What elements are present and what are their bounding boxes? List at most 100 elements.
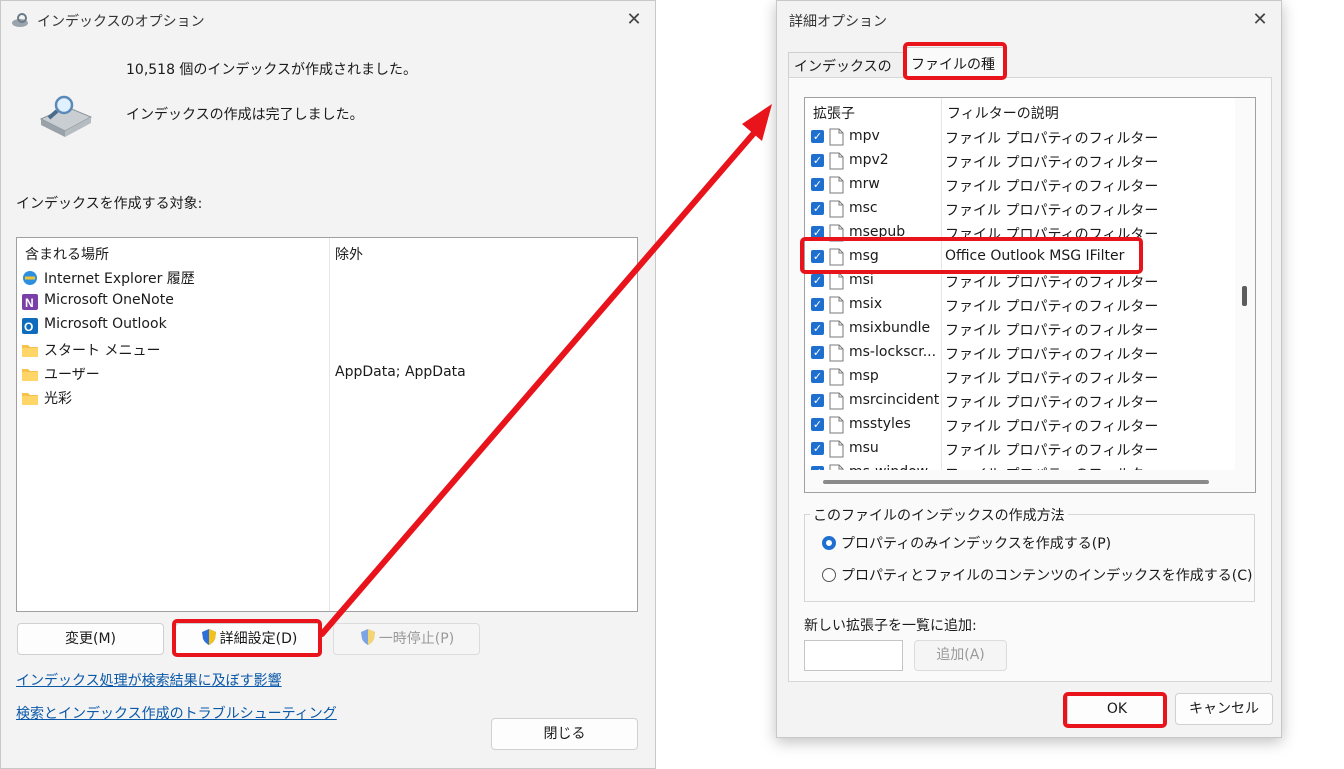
- pause-button[interactable]: 一時停止(P): [333, 623, 480, 655]
- file-icon: [829, 344, 844, 362]
- file-type-row[interactable]: ✓ msstyles ファイル プロパティのフィルター: [805, 413, 1235, 437]
- title-bar: インデックスのオプション ✕: [1, 1, 655, 39]
- highlight-file-types-tab: [903, 42, 1007, 80]
- file-type-row[interactable]: ✓ msix ファイル プロパティのフィルター: [805, 293, 1235, 317]
- file-type-ext: msc: [849, 200, 878, 216]
- drive-search-icon: [39, 95, 93, 137]
- file-type-checkbox[interactable]: ✓: [811, 154, 824, 167]
- new-extension-input[interactable]: [804, 640, 903, 671]
- file-icon: [829, 152, 844, 170]
- file-icon: [829, 128, 844, 146]
- file-type-desc: ファイル プロパティのフィルター: [945, 395, 1159, 411]
- location-row[interactable]: N Microsoft OneNote: [17, 290, 637, 314]
- file-types-list[interactable]: 拡張子 フィルターの説明 ✓ mpv ファイル プロパティのフィルター ✓ mpv2 ファ…: [804, 97, 1256, 493]
- file-type-checkbox[interactable]: ✓: [811, 202, 824, 215]
- index-method-group: [804, 514, 1255, 602]
- folder-icon: [21, 341, 39, 359]
- file-type-desc: ファイル プロパティのフィルター: [945, 275, 1159, 291]
- file-type-row[interactable]: ✓ms-window...ファイル プロパティのフィルター: [805, 461, 1235, 470]
- troubleshoot-link[interactable]: 検索とインデックス作成のトラブルシューティング: [16, 703, 337, 723]
- title-bar: 詳細オプション ✕: [777, 1, 1281, 39]
- add-button[interactable]: 追加(A): [914, 640, 1007, 671]
- radio-properties-and-content[interactable]: [822, 568, 836, 582]
- ie-icon: [21, 269, 39, 287]
- location-row[interactable]: スタート メニュー: [17, 338, 637, 362]
- file-type-ext: msrcincident: [849, 392, 940, 408]
- location-exclude: AppData; AppData: [335, 364, 466, 380]
- index-locations-list[interactable]: 含まれる場所 除外 Internet Explorer 履歴 N Microsoft…: [16, 237, 638, 612]
- file-type-row[interactable]: ✓ msp ファイル プロパティのフィルター: [805, 365, 1235, 389]
- window-title: 詳細オプション: [789, 14, 887, 30]
- file-type-ext: msp: [849, 368, 879, 384]
- file-type-row[interactable]: ✓ msu ファイル プロパティのフィルター: [805, 437, 1235, 461]
- file-type-ext: msstyles: [849, 416, 911, 432]
- location-row[interactable]: 光彩: [17, 386, 637, 410]
- horizontal-scrollbar[interactable]: [805, 470, 1255, 492]
- file-type-checkbox[interactable]: ✓: [811, 370, 824, 383]
- file-type-ext: msixbundle: [849, 320, 931, 336]
- file-type-row[interactable]: ✓ msrcincident ファイル プロパティのフィルター: [805, 389, 1235, 413]
- highlight-msg-row: [800, 237, 1143, 274]
- radio-label[interactable]: プロパティとファイルのコンテンツのインデックスを作成する(C): [841, 565, 1252, 585]
- file-type-desc: ファイル プロパティのフィルター: [945, 371, 1159, 387]
- location-name: スタート メニュー: [44, 343, 161, 359]
- location-name: Microsoft Outlook: [44, 316, 167, 332]
- file-type-desc: ファイル プロパティのフィルター: [945, 323, 1159, 339]
- location-name: ユーザー: [44, 367, 100, 383]
- shield-icon: [360, 629, 375, 645]
- file-type-checkbox[interactable]: ✓: [811, 178, 824, 191]
- file-type-row[interactable]: ✓ mpv2 ファイル プロパティのフィルター: [805, 149, 1235, 173]
- scrollbar-thumb[interactable]: [1242, 286, 1247, 306]
- file-type-ext: mpv: [849, 128, 880, 144]
- folder-icon: [21, 389, 39, 407]
- file-icon: [829, 200, 844, 218]
- index-count-text: 10,518 個のインデックスが作成されました。: [126, 62, 418, 78]
- location-row[interactable]: Internet Explorer 履歴: [17, 266, 637, 290]
- file-type-desc: ファイル プロパティのフィルター: [945, 155, 1159, 171]
- scrollbar-thumb[interactable]: [823, 480, 1209, 484]
- file-type-checkbox[interactable]: ✓: [811, 130, 824, 143]
- cancel-button[interactable]: キャンセル: [1175, 693, 1273, 725]
- close-icon[interactable]: ✕: [1249, 9, 1271, 31]
- indexing-effect-link[interactable]: インデックス処理が検索結果に及ぼす影響: [16, 670, 282, 690]
- location-name: Internet Explorer 履歴: [44, 271, 195, 287]
- folder-icon: [21, 365, 39, 383]
- highlight-ok-button: [1063, 692, 1167, 728]
- location-row[interactable]: O Microsoft Outlook: [17, 314, 637, 338]
- column-header-included[interactable]: 含まれる場所: [25, 244, 109, 264]
- radio-label[interactable]: プロパティのみインデックスを作成する(P): [841, 533, 1111, 553]
- vertical-scrollbar[interactable]: [1235, 98, 1255, 470]
- file-type-ext: mrw: [849, 176, 880, 192]
- file-type-ext: msu: [849, 440, 879, 456]
- file-type-checkbox[interactable]: ✓: [811, 442, 824, 455]
- file-type-row[interactable]: ✓ mrw ファイル プロパティのフィルター: [805, 173, 1235, 197]
- file-type-row[interactable]: ✓ mpv ファイル プロパティのフィルター: [805, 125, 1235, 149]
- pause-button-label: 一時停止(P): [378, 631, 455, 647]
- onenote-icon: N: [21, 293, 39, 311]
- file-icon: [829, 272, 844, 290]
- file-type-checkbox[interactable]: ✓: [811, 394, 824, 407]
- location-name: 光彩: [44, 391, 72, 407]
- file-type-checkbox[interactable]: ✓: [811, 346, 824, 359]
- file-type-row[interactable]: ✓ msixbundle ファイル プロパティのフィルター: [805, 317, 1235, 341]
- arrow-head-icon: [742, 104, 772, 141]
- column-header-excluded[interactable]: 除外: [335, 244, 363, 264]
- window-title: インデックスのオプション: [37, 14, 205, 30]
- close-icon[interactable]: ✕: [623, 9, 645, 31]
- file-type-desc: ファイル プロパティのフィルター: [945, 131, 1159, 147]
- file-type-checkbox[interactable]: ✓: [811, 298, 824, 311]
- tab-index-settings[interactable]: インデックスの設定: [788, 52, 904, 95]
- file-type-desc: ファイル プロパティのフィルター: [945, 299, 1159, 315]
- file-type-checkbox[interactable]: ✓: [811, 274, 824, 287]
- file-type-row[interactable]: ✓ msc ファイル プロパティのフィルター: [805, 197, 1235, 221]
- modify-button[interactable]: 変更(M): [17, 623, 164, 655]
- radio-properties-only[interactable]: [822, 536, 836, 550]
- location-row[interactable]: ユーザー AppData; AppData: [17, 362, 637, 386]
- file-type-checkbox[interactable]: ✓: [811, 322, 824, 335]
- indexing-options-window: インデックスのオプション ✕ 10,518 個のインデックスが作成されました。 …: [0, 0, 656, 769]
- close-button[interactable]: 閉じる: [491, 718, 638, 750]
- svg-text:O: O: [24, 320, 33, 334]
- file-type-checkbox[interactable]: ✓: [811, 418, 824, 431]
- file-type-desc: ファイル プロパティのフィルター: [945, 347, 1159, 363]
- file-type-row[interactable]: ✓ ms-lockscr... ファイル プロパティのフィルター: [805, 341, 1235, 365]
